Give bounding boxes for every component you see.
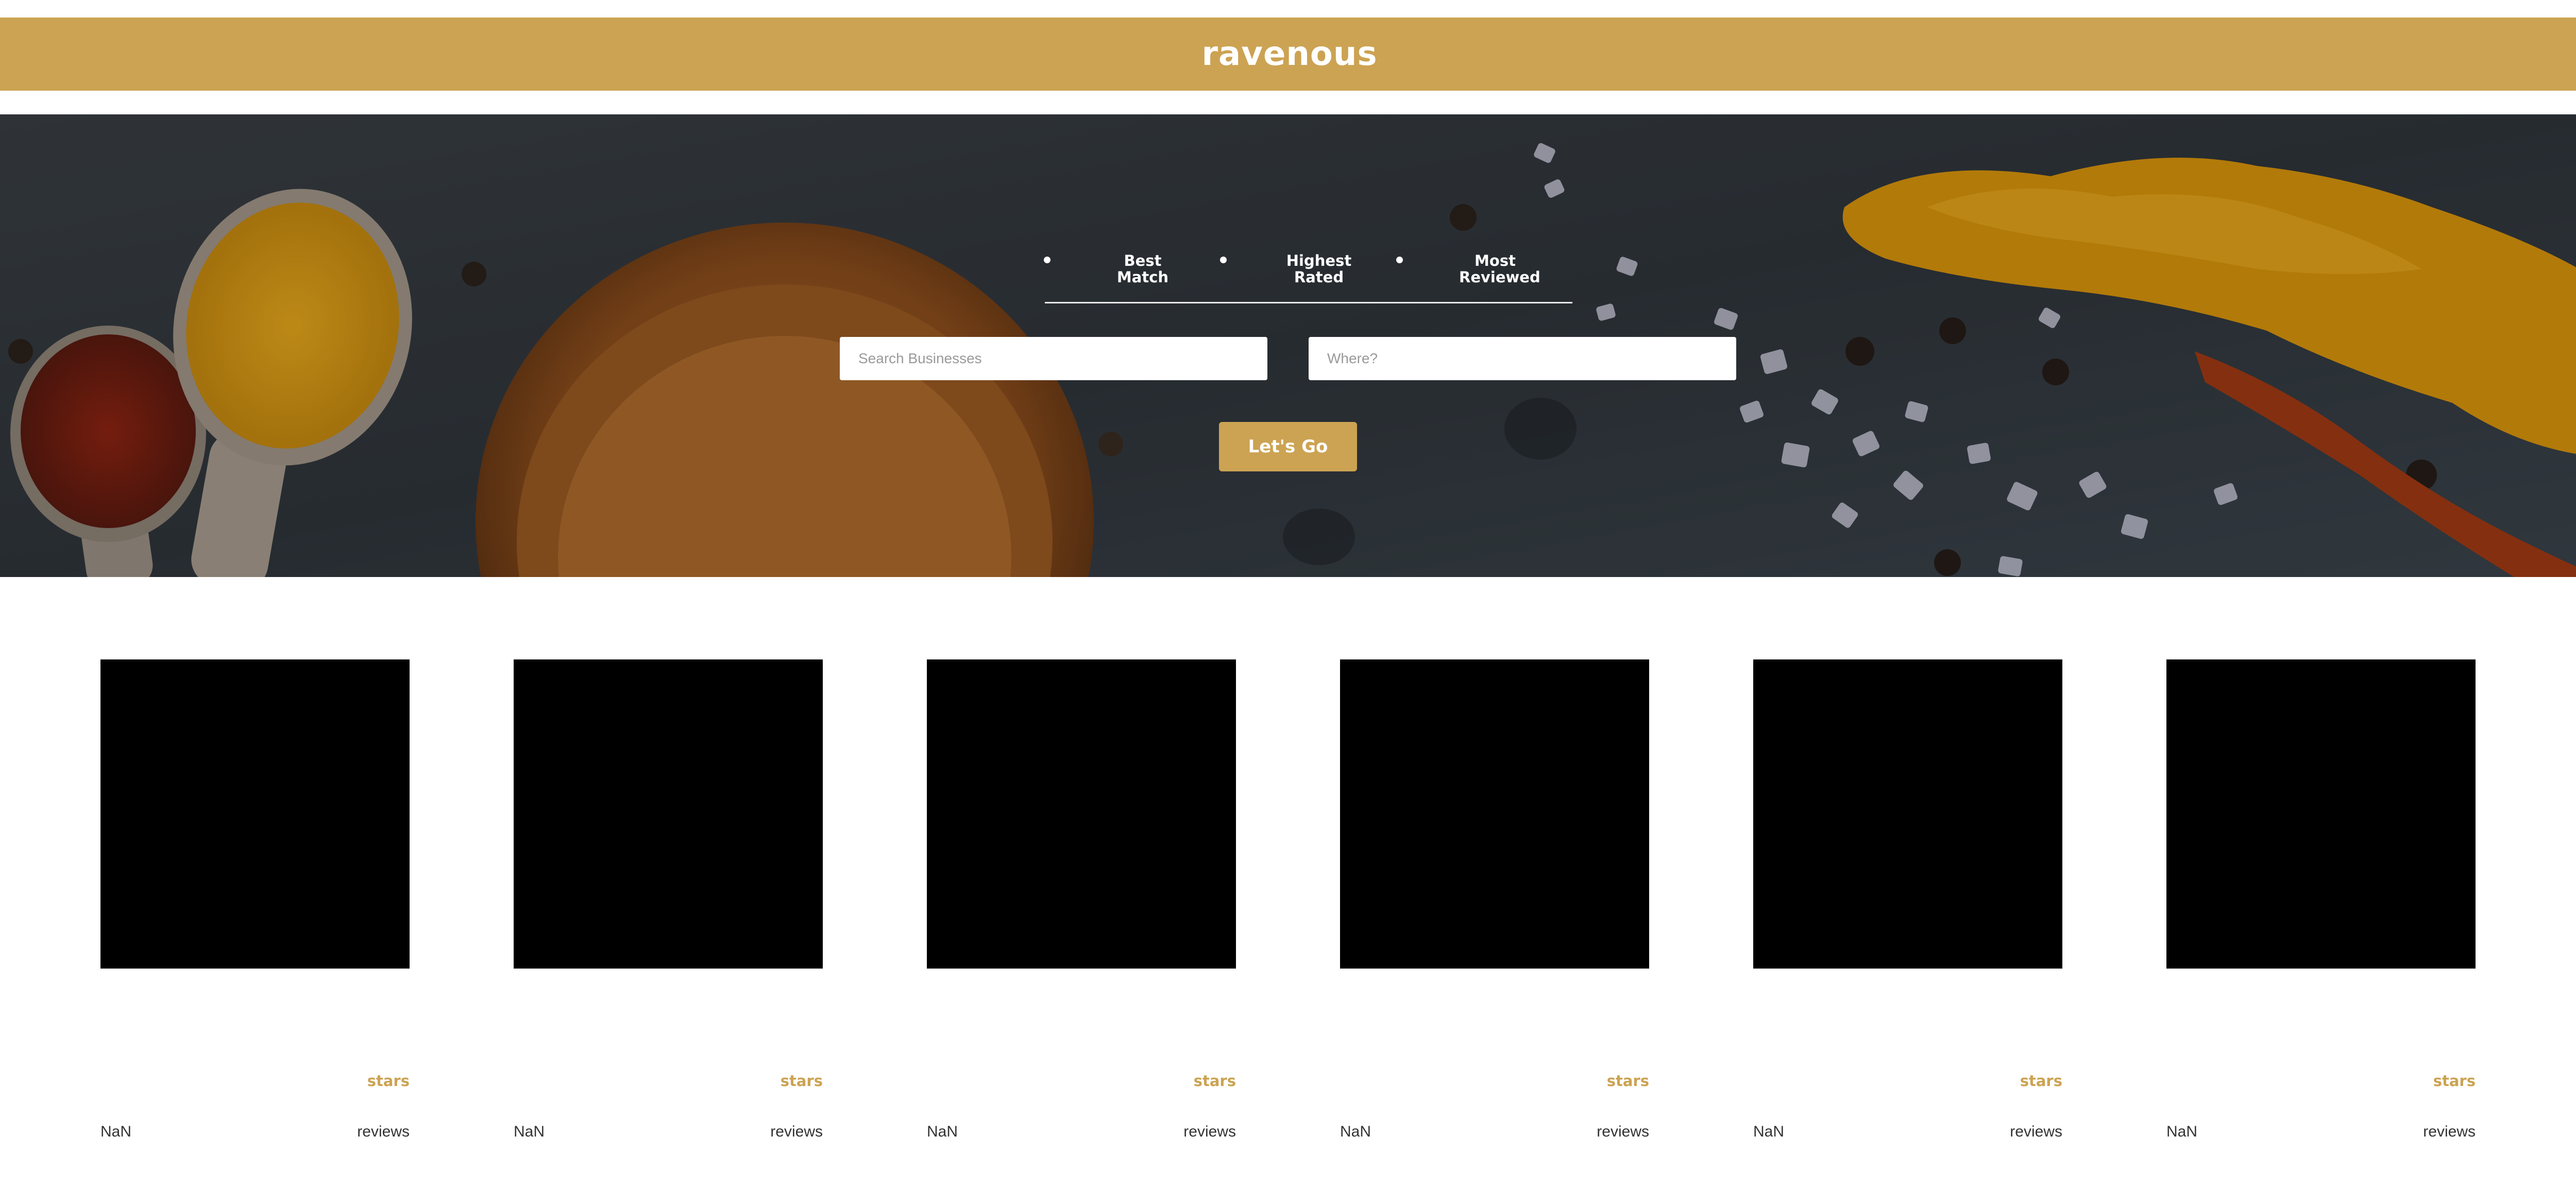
business-card[interactable]: stars NaN reviews xyxy=(1340,659,1649,1140)
business-reviews-label: reviews xyxy=(2423,1123,2476,1140)
business-reviews-label: reviews xyxy=(1183,1123,1236,1140)
lets-go-button[interactable]: Let's Go xyxy=(1219,422,1357,471)
business-card[interactable]: stars NaN reviews xyxy=(100,659,410,1140)
business-rating: NaN xyxy=(100,1123,132,1140)
sort-options: Best Match Highest Rated Most Reviewed xyxy=(1044,252,1572,304)
business-rating: NaN xyxy=(2166,1123,2198,1140)
business-reviews-label: reviews xyxy=(357,1123,410,1140)
search-hero: Best Match Highest Rated Most Reviewed S… xyxy=(0,114,2576,577)
sort-option-label: Highest Rated xyxy=(1286,252,1352,286)
business-image xyxy=(100,659,410,969)
search-businesses-placeholder: Search Businesses xyxy=(858,350,982,366)
business-card[interactable]: stars NaN reviews xyxy=(514,659,823,1140)
hero-overlay xyxy=(0,114,2576,577)
sort-option-highest-rated[interactable]: Highest Rated xyxy=(1220,252,1401,302)
site-header: ravenous xyxy=(0,18,2576,91)
business-stars-label: stars xyxy=(780,1072,823,1090)
location-placeholder: Where? xyxy=(1327,350,1378,366)
business-image xyxy=(2166,659,2476,969)
bullet-icon xyxy=(1396,257,1403,263)
business-stars-label: stars xyxy=(2020,1072,2062,1090)
sort-options-underline xyxy=(1045,302,1572,303)
business-reviews-label: reviews xyxy=(770,1123,823,1140)
sort-option-most-reviewed[interactable]: Most Reviewed xyxy=(1396,252,1578,302)
sort-option-label: Best Match xyxy=(1116,252,1169,286)
bullet-icon xyxy=(1044,257,1050,263)
site-logo: ravenous xyxy=(1201,35,1378,73)
location-input[interactable]: Where? xyxy=(1309,337,1736,380)
business-stars-label: stars xyxy=(1193,1072,1236,1090)
sort-option-best-match[interactable]: Best Match xyxy=(1044,252,1225,302)
business-card[interactable]: stars NaN reviews xyxy=(2166,659,2476,1140)
bullet-icon xyxy=(1220,257,1227,263)
business-stars-label: stars xyxy=(2433,1072,2476,1090)
business-rating: NaN xyxy=(1340,1123,1371,1140)
business-stars-label: stars xyxy=(1606,1072,1649,1090)
sort-option-label: Most Reviewed xyxy=(1459,252,1540,286)
business-rating: NaN xyxy=(927,1123,958,1140)
business-reviews-label: reviews xyxy=(2010,1123,2062,1140)
business-image xyxy=(514,659,823,969)
business-card[interactable]: stars NaN reviews xyxy=(927,659,1236,1140)
business-reviews-label: reviews xyxy=(1597,1123,1649,1140)
business-stars-label: stars xyxy=(367,1072,410,1090)
business-image xyxy=(927,659,1236,969)
business-card[interactable]: stars NaN reviews xyxy=(1753,659,2062,1140)
business-rating: NaN xyxy=(514,1123,545,1140)
search-businesses-input[interactable]: Search Businesses xyxy=(840,337,1267,380)
business-image xyxy=(1340,659,1649,969)
business-image xyxy=(1753,659,2062,969)
business-rating: NaN xyxy=(1753,1123,1785,1140)
